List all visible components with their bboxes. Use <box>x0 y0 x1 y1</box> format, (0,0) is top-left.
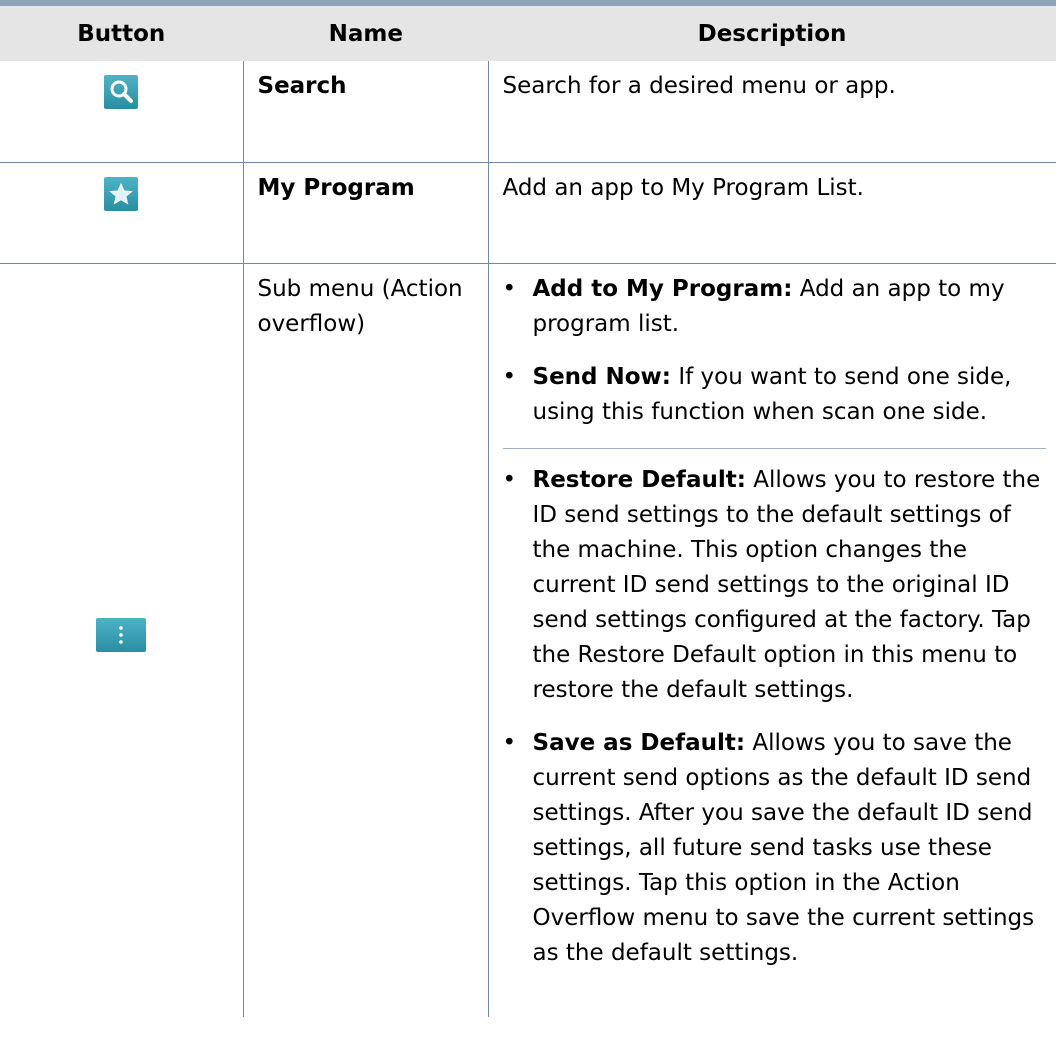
item-text: Allows you to restore the ID send settin… <box>532 466 1041 703</box>
item-label: Send Now: <box>532 363 672 390</box>
list-item: • Add to My Program: Add an app to my pr… <box>503 264 1047 352</box>
row-name: Sub menu (Action overflow) <box>257 275 463 337</box>
buttons-table: Button Name Description Search Search fo… <box>0 6 1056 1017</box>
star-icon <box>104 176 139 211</box>
row-description: Add an app to My Program List. <box>502 174 864 201</box>
list-item: • Send Now: If you want to send one side… <box>503 352 1047 440</box>
table-row-search: Search Search for a desired menu or app. <box>0 61 1056 163</box>
cell-button <box>0 263 243 1017</box>
cell-button <box>0 162 243 264</box>
search-icon <box>104 75 139 109</box>
cell-name: My Program <box>242 162 488 264</box>
header-description: Description <box>488 6 1056 61</box>
cell-button <box>0 61 243 163</box>
table-row-my-program: My Program Add an app to My Program List… <box>0 162 1056 264</box>
row-name: Search <box>257 73 347 99</box>
cell-description: Add an app to My Program List. <box>487 162 1056 264</box>
bullet: • <box>502 729 517 756</box>
header-button: Button <box>0 6 243 61</box>
item-label: Restore Default: <box>532 466 746 493</box>
item-label: Add to My Program: <box>532 275 793 302</box>
table-header-row: Button Name Description <box>0 6 1056 61</box>
cell-name: Sub menu (Action overflow) <box>242 263 488 1017</box>
list-item: • Save as Default: Allows you to save th… <box>503 718 1047 981</box>
item-label: Save as Default: <box>532 729 746 756</box>
bullet: • <box>502 363 517 390</box>
overflow-dots-icon <box>96 617 147 652</box>
cell-name: Search <box>242 61 488 163</box>
description-segment: • Restore Default: Allows you to restore… <box>503 449 1047 981</box>
header-name: Name <box>242 6 488 61</box>
cell-description: Search for a desired menu or app. <box>487 61 1056 163</box>
cell-description: • Add to My Program: Add an app to my pr… <box>487 263 1056 1017</box>
item-text: Allows you to save the current send opti… <box>532 729 1035 966</box>
table-row-sub-menu: Sub menu (Action overflow) • Add to My P… <box>0 263 1056 1017</box>
bullet: • <box>502 275 517 302</box>
description-segment: • Add to My Program: Add an app to my pr… <box>502 264 1047 449</box>
row-description: Search for a desired menu or app. <box>502 73 896 99</box>
row-name: My Program <box>257 174 415 201</box>
list-item: • Restore Default: Allows you to restore… <box>503 455 1047 718</box>
bullet: • <box>502 466 517 493</box>
